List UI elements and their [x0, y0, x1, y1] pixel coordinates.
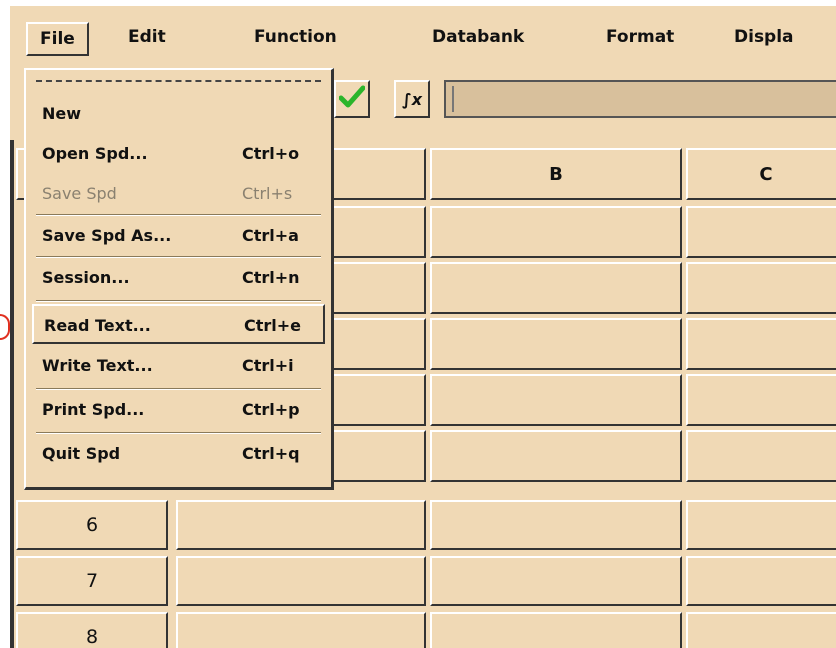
- cell-a6[interactable]: [176, 500, 426, 550]
- menu-item-session[interactable]: Session... Ctrl+n: [32, 258, 325, 298]
- formula-input[interactable]: [444, 80, 836, 118]
- cell-b4[interactable]: [430, 374, 682, 426]
- cell-b7[interactable]: [430, 556, 682, 606]
- menu-item-read-text[interactable]: Read Text... Ctrl+e: [32, 304, 325, 344]
- cell-b1[interactable]: [430, 206, 682, 258]
- menu-item-save-spd-as[interactable]: Save Spd As... Ctrl+a: [32, 216, 325, 256]
- function-icon: ∫x: [401, 89, 423, 109]
- column-header-b[interactable]: B: [430, 148, 682, 200]
- row-header-6[interactable]: 6: [16, 500, 168, 550]
- file-menu-dropdown: New Open Spd... Ctrl+o Save Spd Ctrl+s Sav…: [24, 68, 334, 490]
- cell-b2[interactable]: [430, 262, 682, 314]
- cell-c7[interactable]: [686, 556, 836, 606]
- cell-b6[interactable]: [430, 500, 682, 550]
- menu-item-quit-spd[interactable]: Quit Spd Ctrl+q: [32, 434, 325, 474]
- cell-a8[interactable]: [176, 612, 426, 648]
- cell-b3[interactable]: [430, 318, 682, 370]
- text-caret: [452, 86, 454, 112]
- menu-format[interactable]: Format: [594, 20, 686, 54]
- cell-c6[interactable]: [686, 500, 836, 550]
- cell-c5[interactable]: [686, 430, 836, 482]
- menu-function[interactable]: Function: [242, 20, 349, 54]
- cell-c2[interactable]: [686, 262, 836, 314]
- cell-c3[interactable]: [686, 318, 836, 370]
- menu-display[interactable]: Displa: [722, 20, 806, 54]
- spreadsheet-app: File Edit Function Databank Format Displ…: [10, 6, 836, 648]
- function-button[interactable]: ∫x: [394, 80, 430, 118]
- menu-file[interactable]: File: [26, 22, 89, 56]
- row-header-7[interactable]: 7: [16, 556, 168, 606]
- menu-item-open-spd[interactable]: Open Spd... Ctrl+o: [32, 134, 325, 174]
- accept-button[interactable]: [334, 80, 370, 118]
- menu-databank[interactable]: Databank: [420, 20, 536, 54]
- column-header-c[interactable]: C: [686, 148, 836, 200]
- menu-item-write-text[interactable]: Write Text... Ctrl+i: [32, 346, 325, 386]
- annotation-marker: [0, 314, 10, 340]
- cell-a7[interactable]: [176, 556, 426, 606]
- cell-c1[interactable]: [686, 206, 836, 258]
- row-header-8[interactable]: 8: [16, 612, 168, 648]
- menu-edit[interactable]: Edit: [116, 20, 178, 54]
- menu-item-save-spd: Save Spd Ctrl+s: [42, 184, 293, 203]
- cell-b5[interactable]: [430, 430, 682, 482]
- menubar: File Edit Function Databank Format Displ…: [10, 6, 836, 64]
- cell-c4[interactable]: [686, 374, 836, 426]
- check-icon: [338, 85, 366, 113]
- grid-left-border: [10, 140, 14, 648]
- menu-item-new[interactable]: New: [32, 94, 325, 134]
- tearoff-line[interactable]: [36, 80, 321, 82]
- cell-c8[interactable]: [686, 612, 836, 648]
- menu-separator: [36, 300, 321, 302]
- cell-b8[interactable]: [430, 612, 682, 648]
- menu-item-print-spd[interactable]: Print Spd... Ctrl+p: [32, 390, 325, 430]
